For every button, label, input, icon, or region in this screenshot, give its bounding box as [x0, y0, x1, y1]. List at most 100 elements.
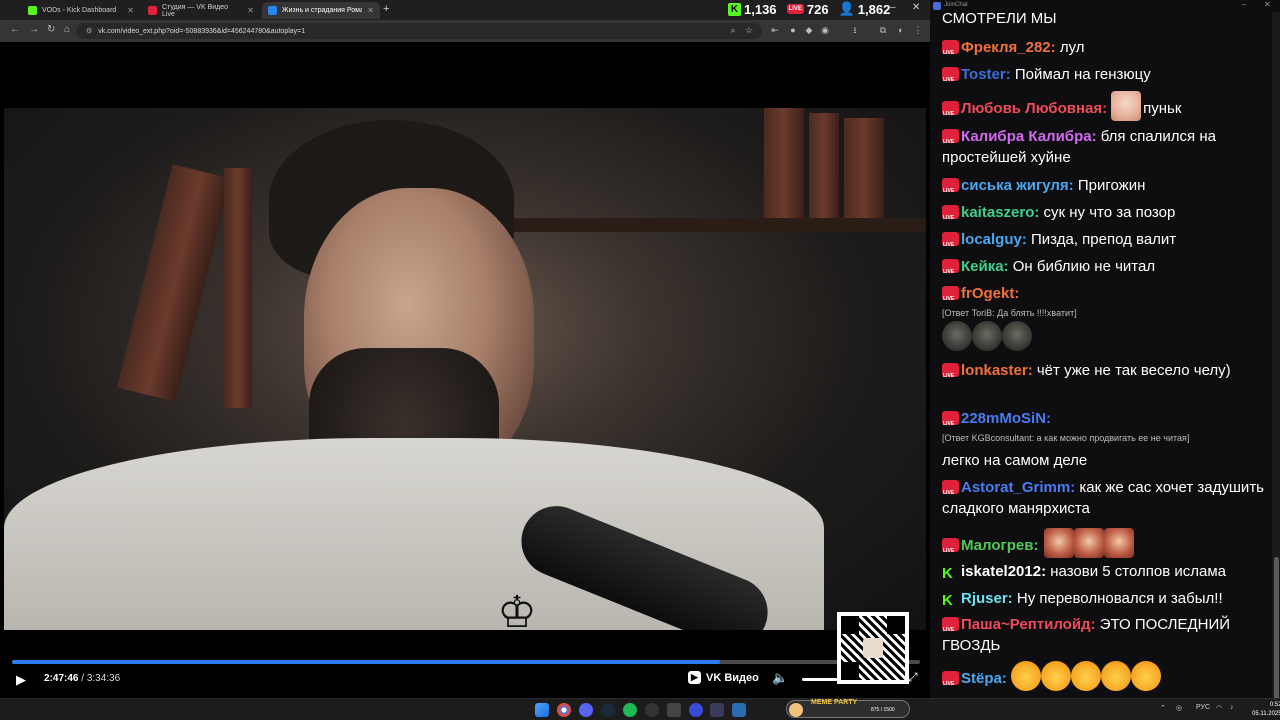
home-icon[interactable]: ⌂ [64, 24, 70, 35]
tab-vk-video[interactable]: Жизнь и страдания Романа А… ✕ [262, 2, 380, 19]
chat-text: Поймал на гензюцу [1010, 66, 1151, 83]
tab-vk-studio[interactable]: Студия — VK Видео Live ✕ [142, 2, 260, 19]
progress-fill [12, 660, 721, 664]
vk-live-badge-icon [942, 617, 959, 641]
chat-username[interactable]: Toster: [961, 66, 1011, 83]
chrome-icon[interactable] [557, 703, 571, 717]
chat-message: 228mMoSiN: [942, 408, 1272, 435]
progress-bar[interactable] [12, 660, 920, 664]
app-icon[interactable] [689, 703, 703, 717]
chat-message: Kiskatel2012: назови 5 столпов ислама [942, 561, 1272, 582]
chat-username[interactable]: Кейка: [961, 258, 1009, 275]
sad-emoji-icon [1100, 661, 1131, 691]
clock[interactable]: 0:52 05.11.2025 [1252, 701, 1280, 719]
video-frame[interactable]: ♔ [4, 108, 926, 630]
vk-live-badge-icon [942, 286, 959, 310]
meme-party-widget[interactable]: MEME PARTY 875 / 1500 [786, 699, 910, 718]
extension-icon[interactable]: ◆ [804, 25, 814, 35]
sad-emoji-icon [1010, 661, 1041, 691]
tab-kick-dashboard[interactable]: VODs - Kick Dashboard ✕ [22, 2, 140, 19]
extensions-puzzle-icon[interactable]: ⧉ [878, 25, 888, 35]
app-icon[interactable] [732, 703, 746, 717]
app-icon[interactable] [710, 703, 724, 717]
profile-icon[interactable]: ◐ [896, 25, 906, 35]
chat-username[interactable]: frOgekt: [961, 285, 1019, 302]
chat-username[interactable]: Rjuser: [961, 590, 1013, 607]
close-tab-icon[interactable]: ✕ [247, 6, 254, 15]
chat-username[interactable]: сиська жигуля: [961, 177, 1074, 194]
chat-username[interactable]: kaitaszero: [961, 204, 1039, 221]
chat-username[interactable]: Фрекля_282: [961, 39, 1056, 56]
discord-icon[interactable] [579, 703, 593, 717]
chat-message: СМОТРЕЛИ МЫ [942, 8, 1272, 29]
reload-icon[interactable]: ↻ [47, 24, 55, 35]
network-icon[interactable]: ◎ [1176, 704, 1182, 712]
language-indicator[interactable]: РУС [1196, 704, 1210, 711]
chat-message: K Rjuser: Ну переволновался и забыл!! [942, 588, 1272, 609]
tab-label: VODs - Kick Dashboard [42, 7, 117, 14]
kick-badge-icon: K [942, 592, 953, 609]
url-field[interactable]: ⚙ vk.com/video_ext.php?oid=-50883936&id=… [76, 23, 762, 39]
volume-icon[interactable]: 🔈 [772, 670, 788, 686]
close-window-icon[interactable]: ✕ [912, 2, 920, 13]
windows-start-icon[interactable] [535, 703, 549, 717]
kick-favicon-icon [28, 6, 37, 15]
book-decoration [764, 108, 804, 218]
forward-icon[interactable]: → [29, 24, 39, 35]
total-count-value: 1,862 [857, 1, 891, 17]
laughing-man-emote-icon [1044, 528, 1075, 558]
steam-icon[interactable] [601, 703, 615, 717]
close-tab-icon[interactable]: ✕ [367, 6, 374, 15]
extension-icon[interactable]: ◉ [820, 25, 830, 35]
laughing-man-emote-icon [1074, 528, 1105, 558]
bookmark-star-icon[interactable]: ☆ [744, 25, 754, 35]
chat-username[interactable]: Astorat_Grimm: [961, 479, 1075, 496]
new-tab-button[interactable]: + [383, 3, 389, 15]
zoom-icon[interactable]: ⌕ [728, 25, 738, 35]
kick-badge-icon: K [942, 565, 953, 582]
doge-icon [789, 703, 803, 717]
chat-scrollbar[interactable] [1272, 12, 1280, 698]
back-icon[interactable]: ← [10, 24, 20, 35]
duration: 3:34:36 [86, 673, 121, 684]
play-icon[interactable]: ▶ [16, 672, 26, 688]
vk-live-badge-icon [942, 67, 959, 91]
obs-icon[interactable] [645, 703, 659, 717]
reply-quote: [Ответ KGBconsultant: а как можно продви… [942, 433, 1190, 443]
minimize-icon[interactable]: – [890, 2, 896, 13]
spotify-icon[interactable] [623, 703, 637, 717]
volume-slider[interactable] [802, 678, 838, 681]
vk-video-icon: ▶ [688, 671, 701, 684]
chat-username[interactable]: Паша~Рептилойд: [961, 616, 1096, 633]
extension-icon[interactable]: ⇤ [770, 25, 780, 35]
chat-username[interactable]: 228mMoSiN: [961, 410, 1051, 427]
vk-video-logo[interactable]: ▶ VK Видео [688, 671, 759, 684]
dog-emote-icon [972, 321, 1002, 351]
wifi-icon[interactable]: ◠ [1216, 704, 1222, 712]
tray-arrow-icon[interactable]: ⌃ [1160, 704, 1166, 712]
extension-icon[interactable]: ● [788, 25, 798, 35]
site-info-icon[interactable]: ⚙ [86, 27, 92, 35]
menu-kebab-icon[interactable]: ⋮ [913, 25, 923, 35]
clock-date: 05.11.2025 [1252, 711, 1280, 717]
chat-message: localguy: Пизда, препод валит [942, 229, 1272, 256]
fullscreen-icon[interactable]: ⤢ [908, 670, 918, 685]
close-tab-icon[interactable]: ✕ [127, 6, 134, 15]
viewer-counters: K 1,136 LIVE 726 👤 1,862 [728, 0, 890, 18]
chat-username[interactable]: iskatel2012: [961, 563, 1046, 580]
chat-username[interactable]: lonkaster: [961, 362, 1033, 379]
download-icon[interactable]: ⭳ [850, 25, 860, 35]
scrollbar-thumb[interactable] [1274, 557, 1279, 698]
chat-username[interactable]: Калибра Калибра: [961, 128, 1097, 145]
book-decoration [224, 168, 252, 408]
app-icon[interactable] [667, 703, 681, 717]
chat-username[interactable]: Любовь Любовная: [961, 100, 1107, 117]
browser-window: VODs - Kick Dashboard ✕ Студия — VK Виде… [0, 0, 930, 698]
vk-live-favicon-icon [148, 6, 157, 15]
chat-username[interactable]: localguy: [961, 231, 1027, 248]
speaker-icon[interactable]: ♪ [1230, 704, 1234, 711]
chat-text: пуньк [1143, 100, 1182, 117]
chat-username[interactable]: Малогрев: [961, 537, 1038, 554]
laughing-man-emote-icon [1104, 528, 1135, 558]
chat-username[interactable]: Stёpa: [961, 670, 1007, 687]
